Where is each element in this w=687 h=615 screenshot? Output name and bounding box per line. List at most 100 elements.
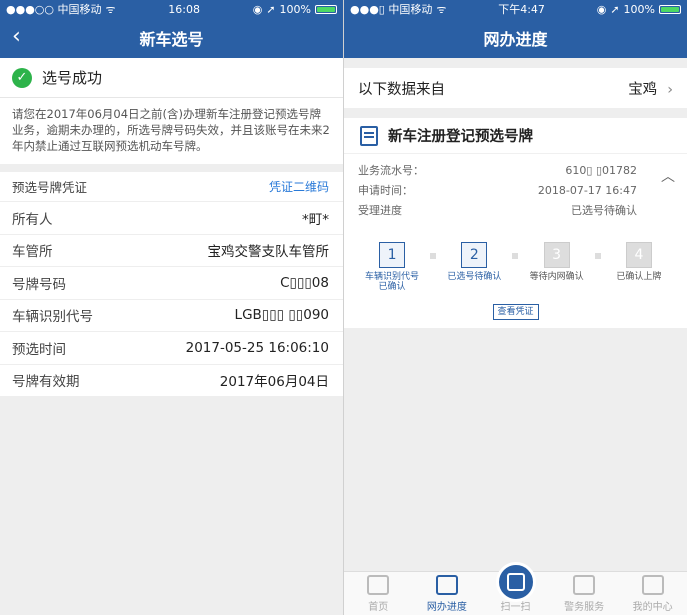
status-bar: ●●●○○ 中国移动 ᯤ 16:08 ◉ ➚ 100%	[0, 0, 343, 18]
row-value: *町*	[302, 211, 329, 228]
step-label: 等待内网确认	[529, 272, 584, 282]
row-value: C▯▯▯08	[280, 274, 329, 291]
badge-icon	[641, 575, 664, 595]
carrier-text: ●●●○○ 中国移动	[6, 3, 102, 16]
card-title: 新车注册登记预选号牌	[388, 129, 533, 145]
step-1: 1 车辆识别代号已确认	[362, 242, 422, 292]
info-row-owner: 所有人 *町*	[0, 202, 343, 235]
right-screen: ●●●▯ 中国移动 ᯤ 下午4:47 ◉ ➚ 100% 网办进度 以下数据来自 宝鸡 ›…	[344, 0, 687, 615]
step-4: 4 已确认上牌	[609, 242, 669, 282]
carrier-text: ●●●▯ 中国移动	[350, 3, 433, 16]
info-key: 申请时间：	[358, 184, 413, 197]
row-value: 2017年06月04日	[219, 374, 329, 391]
chevron-right-icon: ›	[667, 81, 673, 98]
tab-label: 网办进度	[426, 602, 467, 613]
step-label: 已选号待确认	[447, 272, 502, 282]
info-value: 2018-07-17 16:47	[537, 183, 637, 197]
document-icon	[360, 125, 378, 146]
nav-bar: 网办进度	[344, 18, 687, 58]
clock: 16:08	[168, 2, 200, 16]
qr-code-link[interactable]: 凭证二维码	[269, 178, 329, 195]
step-number: 3	[543, 242, 570, 268]
list-icon	[435, 575, 458, 595]
divider	[0, 164, 343, 172]
right-header: ●●●▯ 中国移动 ᯤ 下午4:47 ◉ ➚ 100% 网办进度	[344, 0, 687, 58]
lock-icon: ◉	[252, 2, 263, 16]
cert-header-row: 预选号牌凭证 凭证二维码	[0, 172, 343, 202]
battery-icon	[658, 4, 681, 14]
info-row-vin: 车辆识别代号 LGB▯▯▯ ▯▯090	[0, 299, 343, 332]
scan-icon	[507, 573, 525, 591]
row-value: 宝鸡交警支队车管所	[207, 244, 330, 261]
info-row-select-time: 预选时间 2017-05-25 16:06:10	[0, 332, 343, 365]
card-header: 新车注册登记预选号牌	[344, 118, 687, 154]
check-circle-icon: ✓	[12, 67, 32, 88]
info-key: 业务流水号：	[358, 164, 424, 177]
battery-icon	[315, 4, 337, 14]
tab-label: 首页	[368, 602, 389, 613]
page-title: 新车选号	[139, 30, 204, 49]
left-screen: ●●●○○ 中国移动 ᯤ 16:08 ◉ ➚ 100% ‹ 新车选号 ✓ 选号成功 请…	[0, 0, 343, 615]
tab-home[interactable]: 首页	[348, 575, 408, 613]
wifi-icon: ᯤ	[105, 2, 116, 16]
row-key: 车辆识别代号	[12, 309, 93, 326]
source-value: 宝鸡	[628, 81, 658, 98]
info-row-plate: 号牌号码 C▯▯▯08	[0, 267, 343, 300]
row-value: LGB▯▯▯ ▯▯090	[234, 307, 329, 324]
row-key: 号牌有效期	[12, 374, 80, 391]
data-source-row[interactable]: 以下数据来自 宝鸡 ›	[344, 68, 687, 108]
step-3: 3 等待内网确认	[527, 242, 587, 282]
step-connector	[430, 253, 437, 259]
step-label: 车辆识别代号已确认	[365, 272, 420, 292]
cert-label: 预选号牌凭证	[12, 180, 88, 195]
info-block: ︿ 业务流水号： 610▯ ▯01782 申请时间： 2018-07-17 16:4…	[344, 154, 687, 220]
row-key: 所有人	[12, 211, 53, 228]
step-label: 已确认上牌	[616, 272, 662, 282]
view-certificate-button[interactable]: 查看凭证	[492, 304, 539, 320]
progress-steps: 1 车辆识别代号已确认 2 已选号待确认 3 等待内网确认 4 已确认上牌	[344, 220, 687, 300]
wifi-icon: ᯤ	[436, 2, 447, 16]
page-title: 网办进度	[483, 30, 548, 49]
info-row: 业务流水号： 610▯ ▯01782	[358, 160, 637, 180]
lock-icon: ◉	[596, 2, 607, 16]
tab-profile[interactable]: 我的中心	[623, 575, 683, 613]
step-2: 2 已选号待确认	[444, 242, 504, 282]
tab-police[interactable]: 警务服务	[554, 575, 614, 613]
info-key: 受理进度	[358, 204, 402, 217]
tab-bar: 首页 网办进度 扫一扫 警务服务 我的中心	[344, 562, 687, 615]
scan-button[interactable]	[496, 562, 536, 602]
row-value: 2017-05-25 16:06:10	[185, 339, 329, 356]
step-number: 2	[461, 242, 488, 268]
info-row: 受理进度 已选号待确认	[358, 200, 637, 220]
info-row: 申请时间： 2018-07-17 16:47	[358, 180, 637, 200]
source-label: 以下数据来自	[358, 81, 445, 98]
step-connector	[594, 253, 601, 259]
status-bar: ●●●▯ 中国移动 ᯤ 下午4:47 ◉ ➚ 100%	[344, 0, 687, 18]
info-row-office: 车管所 宝鸡交警支队车管所	[0, 234, 343, 267]
progress-card: 新车注册登记预选号牌 ︿ 业务流水号： 610▯ ▯01782 申请时间： 2018…	[344, 118, 687, 328]
success-label: 选号成功	[42, 69, 103, 87]
nav-bar: ‹ 新车选号	[0, 18, 343, 58]
step-number: 1	[379, 242, 406, 268]
chevron-up-icon[interactable]: ︿	[661, 166, 675, 186]
location-icon: ➚	[266, 2, 276, 16]
tab-progress[interactable]: 网办进度	[417, 575, 477, 613]
map-pin-icon	[573, 575, 596, 595]
left-header: ●●●○○ 中国移动 ᯤ 16:08 ◉ ➚ 100% ‹ 新车选号	[0, 0, 343, 58]
tab-label: 我的中心	[632, 602, 673, 613]
battery-percent: 100%	[623, 2, 655, 16]
step-connector	[512, 253, 519, 259]
tab-label: 警务服务	[564, 602, 605, 613]
home-icon	[367, 575, 390, 595]
clock: 下午4:47	[498, 3, 545, 16]
row-key: 号牌号码	[12, 276, 66, 293]
success-banner: ✓ 选号成功	[0, 58, 343, 98]
info-value: 610▯ ▯01782	[565, 163, 637, 177]
back-chevron-icon[interactable]: ‹	[12, 24, 21, 49]
screenshot-root: ●●●○○ 中国移动 ᯤ 16:08 ◉ ➚ 100% ‹ 新车选号 ✓ 选号成功 请…	[0, 0, 687, 615]
step-number: 4	[625, 242, 652, 268]
row-key: 车管所	[12, 244, 53, 261]
notice-text: 请您在2017年06月04日之前(含)办理新车注册登记预选号牌业务，逾期未办理的…	[0, 98, 343, 164]
row-key: 预选时间	[12, 341, 66, 358]
info-row-validity: 号牌有效期 2017年06月04日	[0, 364, 343, 397]
